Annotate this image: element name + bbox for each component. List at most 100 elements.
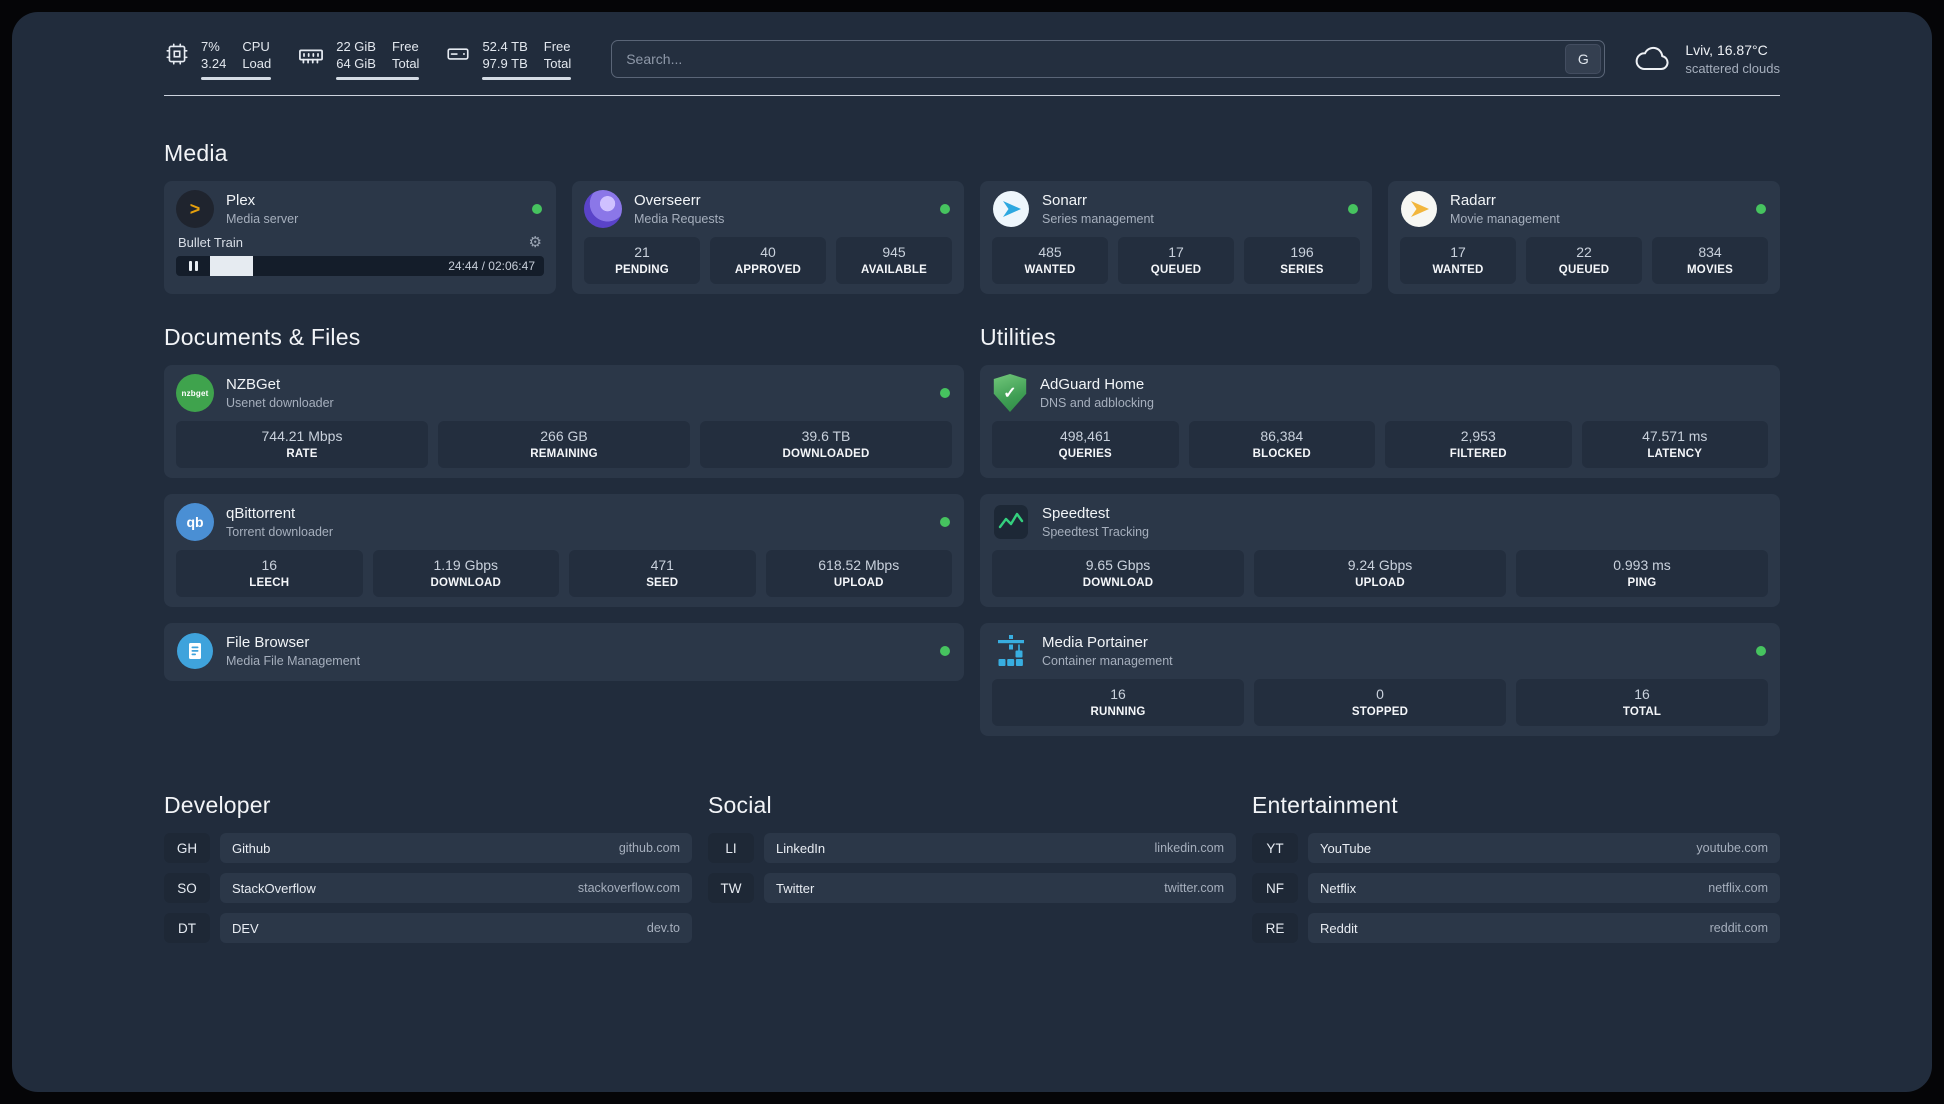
section-title-utilities: Utilities: [980, 324, 1056, 350]
stat-label: PENDING: [615, 264, 669, 276]
app-card-nzbget[interactable]: nzbget NZBGet Usenet downloader 744.21 M…: [164, 365, 964, 478]
stat-tile: 2,953 FILTERED: [1385, 421, 1572, 468]
nzbget-titles: NZBGet Usenet downloader: [226, 375, 334, 411]
stat-label: DOWNLOAD: [430, 577, 502, 589]
link-domain: dev.to: [646, 921, 680, 935]
disk-free-label: Free: [543, 39, 571, 54]
app-card-qbittorrent[interactable]: qb qBittorrent Torrent downloader 16 LEE…: [164, 494, 964, 607]
stat-value: 86,384: [1260, 428, 1304, 444]
link-name: YouTube: [1320, 840, 1372, 856]
stat-tile: 834 MOVIES: [1652, 237, 1768, 284]
app-desc: Series management: [1042, 212, 1154, 226]
portainer-stats: 16 RUNNING 0 STOPPED 16 TOTAL: [992, 679, 1768, 726]
link-name: Github: [232, 840, 271, 856]
link-domain: twitter.com: [1164, 881, 1224, 895]
documents-section: Documents & Files nzbget NZBGet Usenet d…: [164, 324, 964, 736]
stat-label: MOVIES: [1687, 264, 1733, 276]
app-card-adguard[interactable]: ✓ AdGuard Home DNS and adblocking 498,46…: [980, 365, 1780, 478]
link-dev[interactable]: DEV dev.to: [220, 913, 692, 943]
search-engine-button[interactable]: G: [1565, 44, 1602, 74]
app-name: File Browser: [226, 634, 310, 651]
stat-tile: 39.6 TB DOWNLOADED: [700, 421, 952, 468]
top-bar: 7% CPU 3.24 Load 22 GiB Free 64 GiB Tota…: [164, 38, 1780, 80]
social-section: Social LI LinkedIn linkedin.com TW Twitt…: [708, 792, 1236, 943]
gear-icon[interactable]: ⚙: [529, 235, 542, 250]
ram-total-label: Total: [391, 56, 420, 71]
link-abbr-dev: DT: [164, 913, 210, 943]
app-name: NZBGet: [226, 376, 281, 393]
adguard-icon: ✓: [993, 374, 1027, 412]
playback-bar[interactable]: 24:44 / 02:06:47: [176, 256, 544, 276]
cpu-widget: 7% CPU 3.24 Load: [164, 38, 272, 80]
stat-label: DOWNLOADED: [782, 448, 870, 460]
cpu-usage-label: CPU: [242, 39, 270, 54]
list-item: DT DEV dev.to: [164, 913, 692, 943]
app-desc: Usenet downloader: [226, 396, 334, 410]
stat-tile: 16 LEECH: [176, 550, 363, 597]
cpu-load-label: Load: [242, 56, 272, 71]
stat-value: 40: [760, 244, 776, 260]
link-name: LinkedIn: [776, 840, 826, 856]
overseerr-card-header: Overseerr Media Requests: [584, 189, 952, 229]
developer-section: Developer GH Github github.com SO StackO…: [164, 792, 692, 943]
link-name: StackOverflow: [232, 880, 316, 896]
app-card-sonarr[interactable]: Sonarr Series management 485 WANTED 17 Q…: [980, 181, 1372, 294]
radarr-icon: [1400, 190, 1438, 228]
plex-now-playing-widget: Bullet Train ⚙ 24:44 / 02:06:47: [176, 231, 544, 276]
entertainment-links: YT YouTube youtube.com NF Netflix netfli…: [1252, 833, 1780, 943]
link-youtube[interactable]: YouTube youtube.com: [1308, 833, 1780, 863]
link-abbr-netflix: NF: [1252, 873, 1298, 903]
link-github[interactable]: Github github.com: [220, 833, 692, 863]
app-card-filebrowser[interactable]: File Browser Media File Management: [164, 623, 964, 681]
stat-value: 16: [1634, 686, 1650, 702]
link-stackoverflow[interactable]: StackOverflow stackoverflow.com: [220, 873, 692, 903]
stat-label: APPROVED: [734, 264, 802, 276]
app-card-plex[interactable]: > Plex Media server Bullet Train ⚙ 24:44…: [164, 181, 556, 294]
link-abbr-reddit: RE: [1252, 913, 1298, 943]
stat-value: 9.65 Gbps: [1085, 557, 1151, 573]
app-card-overseerr[interactable]: Overseerr Media Requests 21 PENDING 40 A…: [572, 181, 964, 294]
link-abbr-youtube: YT: [1252, 833, 1298, 863]
stat-value: 21: [634, 244, 650, 260]
link-name: Twitter: [776, 880, 815, 896]
stat-value: 744.21 Mbps: [261, 428, 343, 444]
utilities-section: Utilities ✓ AdGuard Home DNS and adblock…: [980, 324, 1780, 736]
link-linkedin[interactable]: LinkedIn linkedin.com: [764, 833, 1236, 863]
stat-value: 16: [1110, 686, 1126, 702]
stat-tile: 9.65 Gbps DOWNLOAD: [992, 550, 1244, 597]
stat-tile: 17 WANTED: [1400, 237, 1516, 284]
stat-value: 0: [1376, 686, 1384, 702]
sonarr-card-header: Sonarr Series management: [992, 189, 1360, 229]
disk-bar: [482, 77, 572, 80]
filebrowser-icon: [176, 632, 214, 670]
pause-button[interactable]: [176, 256, 210, 276]
search-input[interactable]: [612, 41, 1566, 77]
link-abbr-github: GH: [164, 833, 210, 863]
app-card-speedtest[interactable]: Speedtest Speedtest Tracking 9.65 Gbps D…: [980, 494, 1780, 607]
app-card-radarr[interactable]: Radarr Movie management 17 WANTED 22 QUE…: [1388, 181, 1780, 294]
app-card-portainer[interactable]: Media Portainer Container management 16 …: [980, 623, 1780, 736]
radarr-card-header: Radarr Movie management: [1400, 189, 1768, 229]
stat-tile: 618.52 Mbps UPLOAD: [765, 550, 952, 597]
app-desc: Media File Management: [226, 654, 361, 668]
link-twitter[interactable]: Twitter twitter.com: [764, 873, 1236, 903]
stat-tile: 47.571 ms LATENCY: [1581, 421, 1768, 468]
app-desc: Speedtest Tracking: [1042, 525, 1150, 539]
stat-label: QUERIES: [1058, 448, 1112, 460]
documents-cards: nzbget NZBGet Usenet downloader 744.21 M…: [164, 365, 964, 681]
stat-value: 834: [1698, 244, 1722, 260]
social-links: LI LinkedIn linkedin.com TW Twitter twit…: [708, 833, 1236, 903]
stat-value: 22: [1576, 244, 1592, 260]
stat-label: LEECH: [249, 577, 290, 589]
radarr-titles: Radarr Movie management: [1450, 191, 1560, 227]
link-reddit[interactable]: Reddit reddit.com: [1308, 913, 1780, 943]
stat-label: BLOCKED: [1252, 448, 1311, 460]
stat-value: 9.24 Gbps: [1347, 557, 1413, 573]
adguard-titles: AdGuard Home DNS and adblocking: [1040, 375, 1154, 411]
stat-tile: 86,384 BLOCKED: [1188, 421, 1375, 468]
weather-widget: Lviv, 16.87°C scattered clouds: [1633, 41, 1780, 77]
stat-label: WANTED: [1024, 264, 1076, 276]
stat-label: UPLOAD: [833, 577, 884, 589]
radarr-stats: 17 WANTED 22 QUEUED 834 MOVIES: [1400, 237, 1768, 284]
link-netflix[interactable]: Netflix netflix.com: [1308, 873, 1780, 903]
